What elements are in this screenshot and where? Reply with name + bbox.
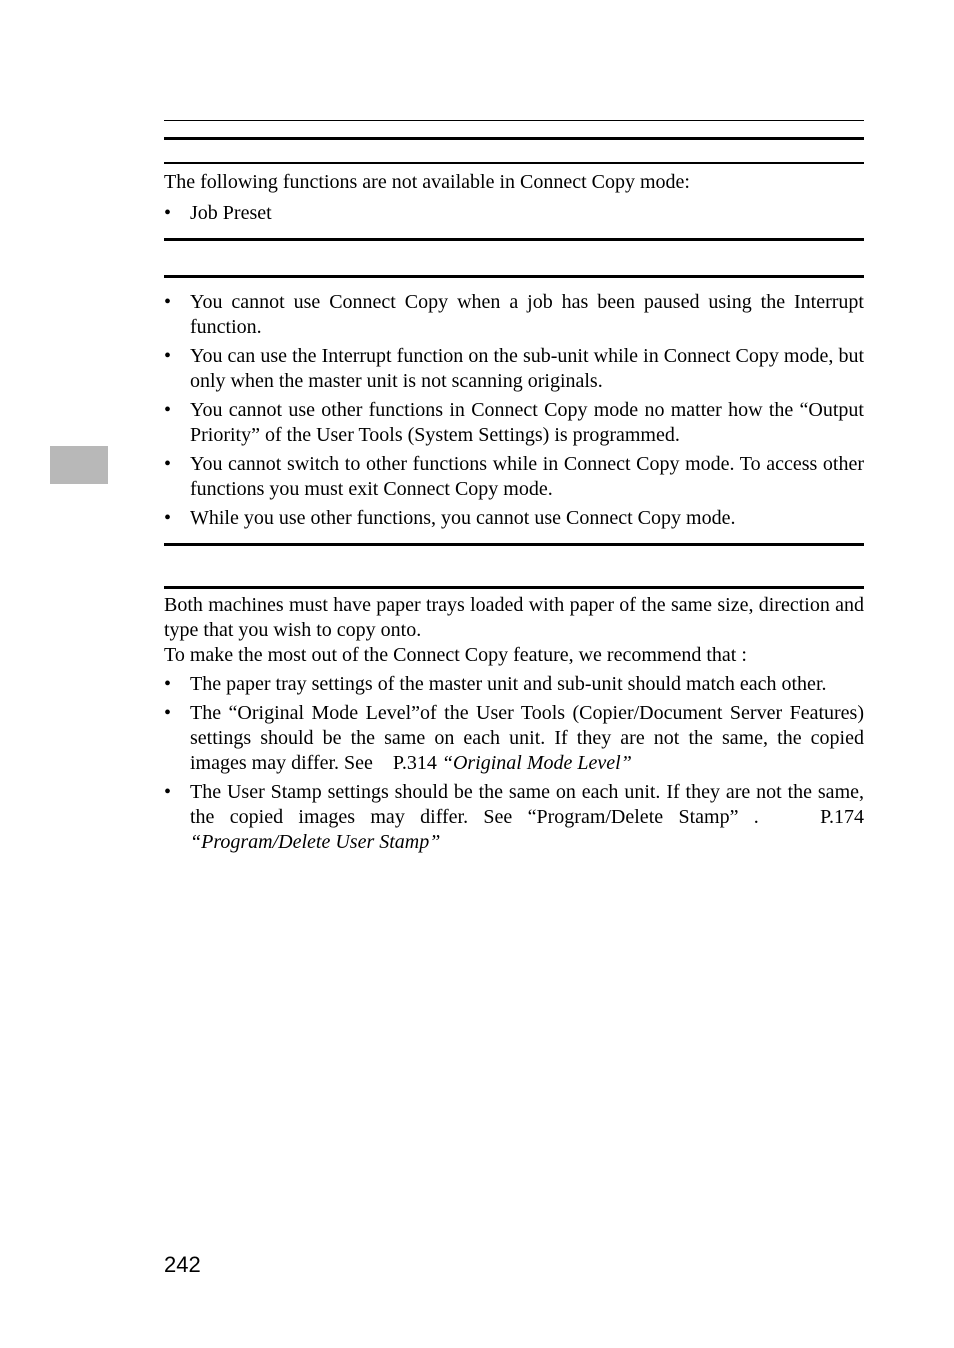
bullet-item: Job Preset [164, 201, 864, 226]
bullet-item: You cannot switch to other functions whi… [164, 452, 864, 502]
cross-reference: “Original Mode Level” [442, 752, 632, 774]
bullet-item: While you use other functions, you canno… [164, 506, 864, 531]
bullet-item: The User Stamp settings should be the sa… [164, 780, 864, 855]
cross-reference: “Program/Delete User Stamp” [190, 831, 440, 853]
divider [164, 586, 864, 589]
paragraph: To make the most out of the Connect Copy… [164, 643, 864, 668]
section-lead-text: The following functions are not availabl… [164, 170, 864, 195]
bullet-item: The “Original Mode Level”of the User Too… [164, 701, 864, 776]
bullet-text: The User Stamp settings should be the sa… [190, 781, 864, 828]
bullet-item: You cannot use other functions in Connec… [164, 398, 864, 448]
bullet-item: The paper tray settings of the master un… [164, 672, 864, 697]
bullet-item: You can use the Interrupt function on th… [164, 344, 864, 394]
page-number: 242 [164, 1251, 201, 1279]
bullet-item: You cannot use Connect Copy when a job h… [164, 290, 864, 340]
divider [164, 162, 864, 164]
section-side-tab [50, 446, 108, 484]
paragraph: Both machines must have paper trays load… [164, 593, 864, 643]
